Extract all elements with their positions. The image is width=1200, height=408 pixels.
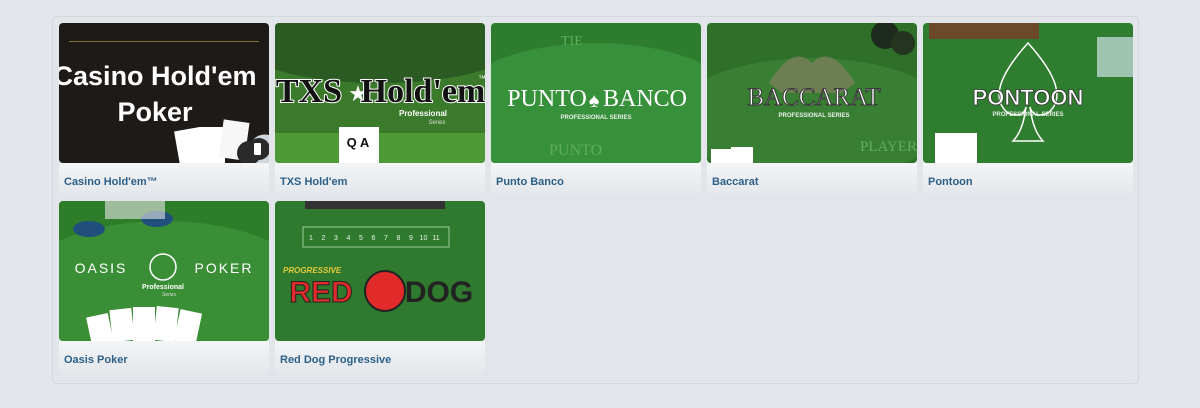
number-cell: 5 <box>359 235 363 242</box>
game-caption[interactable]: Oasis Poker <box>64 354 128 366</box>
game-tile-casino-holdem[interactable]: Casino Hold'em Poker Casino Hold'em™ <box>59 23 269 198</box>
art-line2: Poker <box>117 97 193 127</box>
svg-text:PROFESSIONAL SERIES: PROFESSIONAL SERIES <box>993 112 1064 118</box>
number-cell: 7 <box>384 235 388 242</box>
spade-icon: ♠ <box>589 90 600 112</box>
number-cell: 3 <box>334 235 338 242</box>
game-thumbnail[interactable]: TXS ★ Hold'em ™ Professional Series Q A <box>275 23 485 163</box>
number-cell: 8 <box>397 235 401 242</box>
number-cell: 6 <box>372 235 376 242</box>
game-tile-oasis-poker[interactable]: OASIS POKER Professional Series Oasis Po… <box>59 201 269 376</box>
art-title-left: PUNTO <box>507 86 587 112</box>
art-title: BACCARAT <box>747 84 880 111</box>
game-thumbnail[interactable]: 1 2 3 4 5 6 7 8 9 10 11 PROGRESSIVE RED DOG <box>275 201 485 341</box>
svg-text:PUNTO: PUNTO <box>549 142 602 159</box>
art-title-left: OASIS <box>75 260 128 276</box>
art-title-right: BANCO <box>603 86 687 112</box>
game-tile-baccarat[interactable]: BACCARAT PROFESSIONAL SERIES PLAYER Bacc… <box>707 23 917 198</box>
svg-text:PROFESSIONAL SERIES: PROFESSIONAL SERIES <box>779 113 850 119</box>
svg-text:Series: Series <box>428 120 445 126</box>
number-cell: 2 <box>322 235 326 242</box>
art-title-right: POKER <box>194 260 253 276</box>
games-panel: Casino Hold'em Poker Casino Hold'em™ TXS… <box>52 16 1139 384</box>
game-thumbnail[interactable]: TIE PUNTO ♠ BANCO PROFESSIONAL SERIES PU… <box>491 23 701 163</box>
game-caption[interactable]: Punto Banco <box>496 176 564 188</box>
game-thumbnail[interactable]: OASIS POKER Professional Series <box>59 201 269 341</box>
svg-text:Series: Series <box>162 292 177 298</box>
game-thumbnail[interactable]: BACCARAT PROFESSIONAL SERIES PLAYER <box>707 23 917 163</box>
game-caption[interactable]: Red Dog Progressive <box>280 354 391 366</box>
number-cell: 9 <box>409 235 413 242</box>
game-caption[interactable]: TXS Hold'em <box>280 176 347 188</box>
game-tile-red-dog[interactable]: 1 2 3 4 5 6 7 8 9 10 11 PROGRESSIVE RED DOG Red Do… <box>275 201 485 376</box>
game-tile-punto-banco[interactable]: TIE PUNTO ♠ BANCO PROFESSIONAL SERIES PU… <box>491 23 701 198</box>
svg-text:Q A: Q A <box>347 135 370 150</box>
svg-text:PROFESSIONAL SERIES: PROFESSIONAL SERIES <box>561 115 632 121</box>
game-tile-txs-holdem[interactable]: TXS ★ Hold'em ™ Professional Series Q A … <box>275 23 485 198</box>
svg-text:PROGRESSIVE: PROGRESSIVE <box>283 266 342 275</box>
number-cell: 11 <box>432 235 439 242</box>
art-title: PONTOON <box>973 85 1084 110</box>
bulldog-icon <box>364 270 406 312</box>
svg-text:TIE: TIE <box>561 34 583 49</box>
game-thumbnail[interactable]: PONTOON PROFESSIONAL SERIES <box>923 23 1133 163</box>
art-title-left: RED <box>289 276 352 309</box>
number-cell: 1 <box>309 235 313 242</box>
number-cell: 10 <box>420 235 428 242</box>
number-cell: 4 <box>347 235 351 242</box>
art-title-right: DOG <box>405 276 473 309</box>
art-title-right: Hold'em <box>361 73 485 110</box>
svg-text:Professional: Professional <box>142 284 184 291</box>
mobile-device-icon <box>254 143 261 155</box>
game-tile-pontoon[interactable]: PONTOON PROFESSIONAL SERIES Pontoon <box>923 23 1133 198</box>
art-title-left: TXS <box>276 73 342 110</box>
game-caption[interactable]: Baccarat <box>712 176 758 188</box>
game-caption[interactable]: Pontoon <box>928 176 973 188</box>
svg-text:™: ™ <box>478 74 485 83</box>
game-thumbnail[interactable]: Casino Hold'em Poker <box>59 23 269 163</box>
svg-text:PLAYER: PLAYER <box>860 139 917 155</box>
game-caption[interactable]: Casino Hold'em™ <box>64 176 158 188</box>
art-line1: Casino Hold'em <box>59 61 256 91</box>
svg-text:Professional: Professional <box>399 109 447 118</box>
